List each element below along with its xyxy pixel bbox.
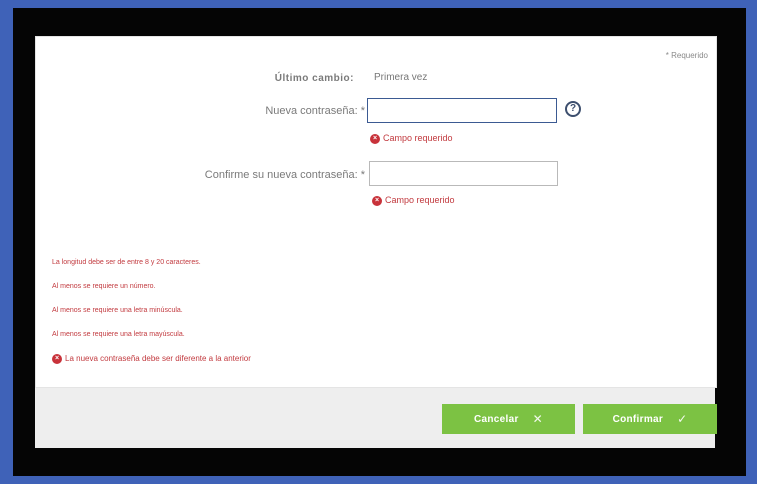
last-change-value: Primera vez [374, 72, 428, 83]
rule-number: Al menos se requiere un número. [52, 283, 156, 290]
confirm-password-input[interactable] [369, 161, 558, 186]
help-icon[interactable]: ? [565, 101, 581, 117]
rule-uppercase: Al menos se requiere una letra mayúscula… [52, 331, 185, 338]
rule-different-text: La nueva contraseña debe ser diferente a… [65, 354, 251, 364]
confirm-password-error-text: Campo requerido [385, 195, 455, 205]
rule-length: La longitud debe ser de entre 8 y 20 car… [52, 259, 201, 266]
rule-lowercase: Al menos se requiere una letra minúscula… [52, 307, 183, 314]
confirm-password-label: Confirme su nueva contraseña: * [204, 169, 365, 181]
error-icon: × [52, 354, 62, 364]
new-password-error-text: Campo requerido [383, 133, 453, 143]
cancel-button[interactable]: Cancelar ✕ [442, 404, 575, 434]
required-note: * Requerido [665, 51, 708, 60]
new-password-error: × Campo requerido [370, 133, 453, 144]
close-icon: ✕ [532, 412, 543, 426]
last-change-label: Último cambio: [274, 73, 354, 84]
error-icon: × [372, 195, 382, 206]
new-password-input[interactable] [367, 98, 557, 123]
checkmark-icon: ✓ [677, 412, 688, 426]
confirm-button-label: Confirmar [612, 413, 664, 425]
confirm-button[interactable]: Confirmar ✓ [583, 404, 717, 434]
change-password-form: * Requerido Último cambio: Primera vez N… [35, 36, 717, 388]
error-icon: × [370, 133, 380, 144]
new-password-label: Nueva contraseña: * [265, 105, 365, 117]
cancel-button-label: Cancelar [473, 413, 519, 425]
rule-different: × La nueva contraseña debe ser diferente … [52, 354, 251, 364]
confirm-password-error: × Campo requerido [372, 195, 455, 206]
